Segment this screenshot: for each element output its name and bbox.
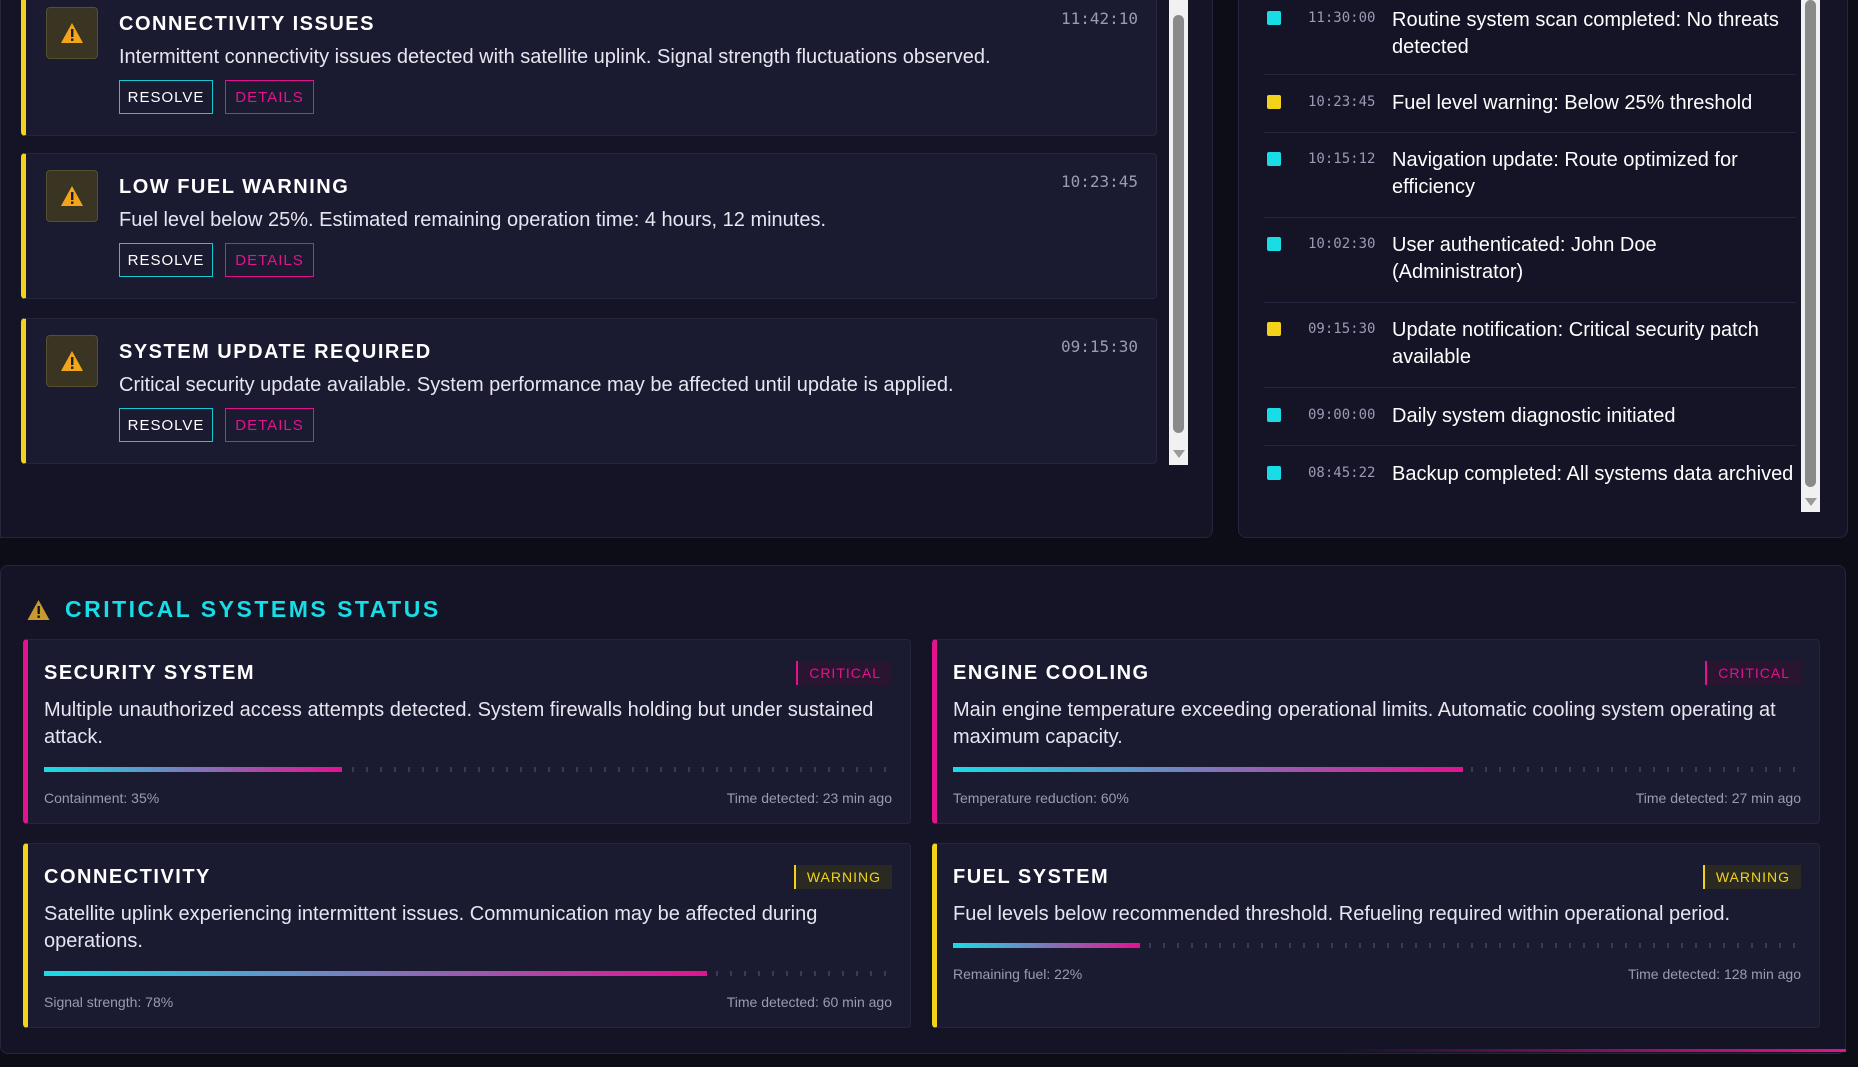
- time-detected: Time detected: 23 min ago: [726, 790, 892, 806]
- system-card-engine-cooling: ENGINE COOLING CRITICAL Main engine temp…: [932, 639, 1820, 824]
- alerts-scrollbar[interactable]: [1169, 0, 1188, 465]
- alert-title: SYSTEM UPDATE REQUIRED: [119, 341, 432, 363]
- system-card-security: SECURITY SYSTEM CRITICAL Multiple unauth…: [23, 639, 911, 824]
- system-metric: Temperature reduction: 60%: [953, 790, 1129, 806]
- bottom-accent-line: [1340, 1049, 1846, 1052]
- system-title: SECURITY SYSTEM: [44, 662, 256, 684]
- critical-systems-title: CRITICAL SYSTEMS STATUS: [65, 596, 441, 622]
- system-title: CONNECTIVITY: [44, 866, 211, 888]
- alert-message: Critical security update available. Syst…: [119, 374, 954, 396]
- log-text: Backup completed: All systems data archi…: [1392, 463, 1794, 485]
- progress-bar-fill: [953, 767, 1463, 772]
- critical-systems-header: CRITICAL SYSTEMS STATUS: [26, 596, 441, 623]
- system-description: Main engine temperature exceeding operat…: [953, 699, 1776, 748]
- scroll-down-icon[interactable]: [1173, 450, 1185, 458]
- top-row: CONNECTIVITY ISSUES 11:42:10 Intermitten…: [0, 0, 1858, 540]
- status-badge: WARNING: [1702, 865, 1801, 889]
- status-badge: CRITICAL: [796, 661, 892, 685]
- log-text: Fuel level warning: Below 25% threshold: [1392, 92, 1753, 114]
- log-item: 10:23:45 Fuel level warning: Below 25% t…: [1264, 75, 1796, 133]
- warning-triangle-icon: [27, 599, 50, 620]
- alert-card: SYSTEM UPDATE REQUIRED 09:15:30 Critical…: [21, 318, 1157, 464]
- alert-card: LOW FUEL WARNING 10:23:45 Fuel level bel…: [21, 153, 1157, 299]
- details-button[interactable]: DETAILS: [225, 243, 314, 277]
- status-dot: [1267, 152, 1281, 166]
- resolve-button[interactable]: RESOLVE: [119, 243, 213, 277]
- log-time: 10:23:45: [1308, 94, 1376, 110]
- progress-bar: [953, 767, 1803, 772]
- system-card-connectivity: CONNECTIVITY WARNING Satellite uplink ex…: [23, 843, 911, 1028]
- progress-bar: [953, 943, 1803, 948]
- log-item: 08:45:22 Backup completed: All systems d…: [1264, 446, 1796, 504]
- system-title: FUEL SYSTEM: [953, 866, 1110, 888]
- alert-card: CONNECTIVITY ISSUES 11:42:10 Intermitten…: [21, 0, 1157, 136]
- activity-log-panel: 11:30:00 Routine system scan completed: …: [1238, 0, 1848, 538]
- log-time: 10:15:12: [1308, 151, 1376, 167]
- status-dot: [1267, 322, 1281, 336]
- time-detected: Time detected: 128 min ago: [1627, 966, 1801, 982]
- log-item: 09:00:00 Daily system diagnostic initiat…: [1264, 388, 1796, 446]
- system-metric: Remaining fuel: 22%: [953, 966, 1083, 982]
- log-text: Routine system scan completed: No threat…: [1392, 9, 1779, 58]
- active-alerts-panel: CONNECTIVITY ISSUES 11:42:10 Intermitten…: [0, 0, 1213, 538]
- progress-bar: [44, 971, 894, 976]
- resolve-button[interactable]: RESOLVE: [119, 408, 213, 442]
- alert-message: Intermittent connectivity issues detecte…: [119, 46, 991, 68]
- status-dot: [1267, 237, 1281, 251]
- log-item: 09:15:30 Update notification: Critical s…: [1264, 303, 1796, 388]
- log-time: 11:30:00: [1308, 10, 1376, 26]
- system-description: Multiple unauthorized access attempts de…: [44, 699, 874, 748]
- system-metric: Signal strength: 78%: [44, 994, 174, 1010]
- activity-log-scrollbar-thumb[interactable]: [1805, 0, 1816, 487]
- log-text: Update notification: Critical security p…: [1392, 319, 1759, 368]
- status-badge: CRITICAL: [1705, 661, 1801, 685]
- log-text: User authenticated: John Doe (Administra…: [1392, 234, 1657, 283]
- scroll-down-icon[interactable]: [1805, 498, 1817, 506]
- system-description: Fuel levels below recommended threshold.…: [953, 903, 1731, 925]
- system-title: ENGINE COOLING: [953, 662, 1150, 684]
- alert-time: 10:23:45: [1060, 172, 1138, 191]
- log-item: 10:15:12 Navigation update: Route optimi…: [1264, 133, 1796, 218]
- alert-time: 09:15:30: [1060, 337, 1138, 356]
- progress-bar-fill: [44, 971, 707, 976]
- status-dot: [1267, 11, 1281, 25]
- alert-title: CONNECTIVITY ISSUES: [119, 13, 375, 35]
- log-time: 10:02:30: [1308, 236, 1376, 252]
- details-button[interactable]: DETAILS: [225, 80, 314, 114]
- alert-time: 11:42:10: [1060, 9, 1138, 28]
- progress-bar: [44, 767, 894, 772]
- log-text: Daily system diagnostic initiated: [1392, 405, 1676, 427]
- system-description: Satellite uplink experiencing intermitte…: [44, 903, 818, 952]
- progress-bar-fill: [44, 767, 342, 772]
- system-card-fuel: FUEL SYSTEM WARNING Fuel levels below re…: [932, 843, 1820, 1028]
- progress-bar-fill: [953, 943, 1140, 948]
- log-time: 09:00:00: [1308, 407, 1376, 423]
- resolve-button[interactable]: RESOLVE: [119, 80, 213, 114]
- activity-log-scrollbar[interactable]: [1801, 0, 1820, 512]
- warning-triangle-icon: [46, 170, 98, 222]
- status-dot: [1267, 466, 1281, 480]
- log-text: Navigation update: Route optimized for e…: [1392, 149, 1738, 198]
- log-time: 09:15:30: [1308, 321, 1376, 337]
- status-dot: [1267, 95, 1281, 109]
- details-button[interactable]: DETAILS: [225, 408, 314, 442]
- log-item: 11:30:00 Routine system scan completed: …: [1264, 0, 1796, 75]
- alert-message: Fuel level below 25%. Estimated remainin…: [119, 209, 827, 231]
- status-badge: WARNING: [793, 865, 892, 889]
- log-item: 10:02:30 User authenticated: John Doe (A…: [1264, 218, 1796, 303]
- system-metric: Containment: 35%: [44, 790, 160, 806]
- critical-systems-panel: CRITICAL SYSTEMS STATUS SECURITY SYSTEM …: [0, 565, 1846, 1054]
- time-detected: Time detected: 27 min ago: [1635, 790, 1801, 806]
- warning-triangle-icon: [46, 335, 98, 387]
- alert-title: LOW FUEL WARNING: [119, 176, 350, 198]
- log-time: 08:45:22: [1308, 465, 1376, 481]
- status-dot: [1267, 408, 1281, 422]
- time-detected: Time detected: 60 min ago: [726, 994, 892, 1010]
- warning-triangle-icon: [46, 7, 98, 59]
- alerts-scrollbar-thumb[interactable]: [1173, 15, 1184, 433]
